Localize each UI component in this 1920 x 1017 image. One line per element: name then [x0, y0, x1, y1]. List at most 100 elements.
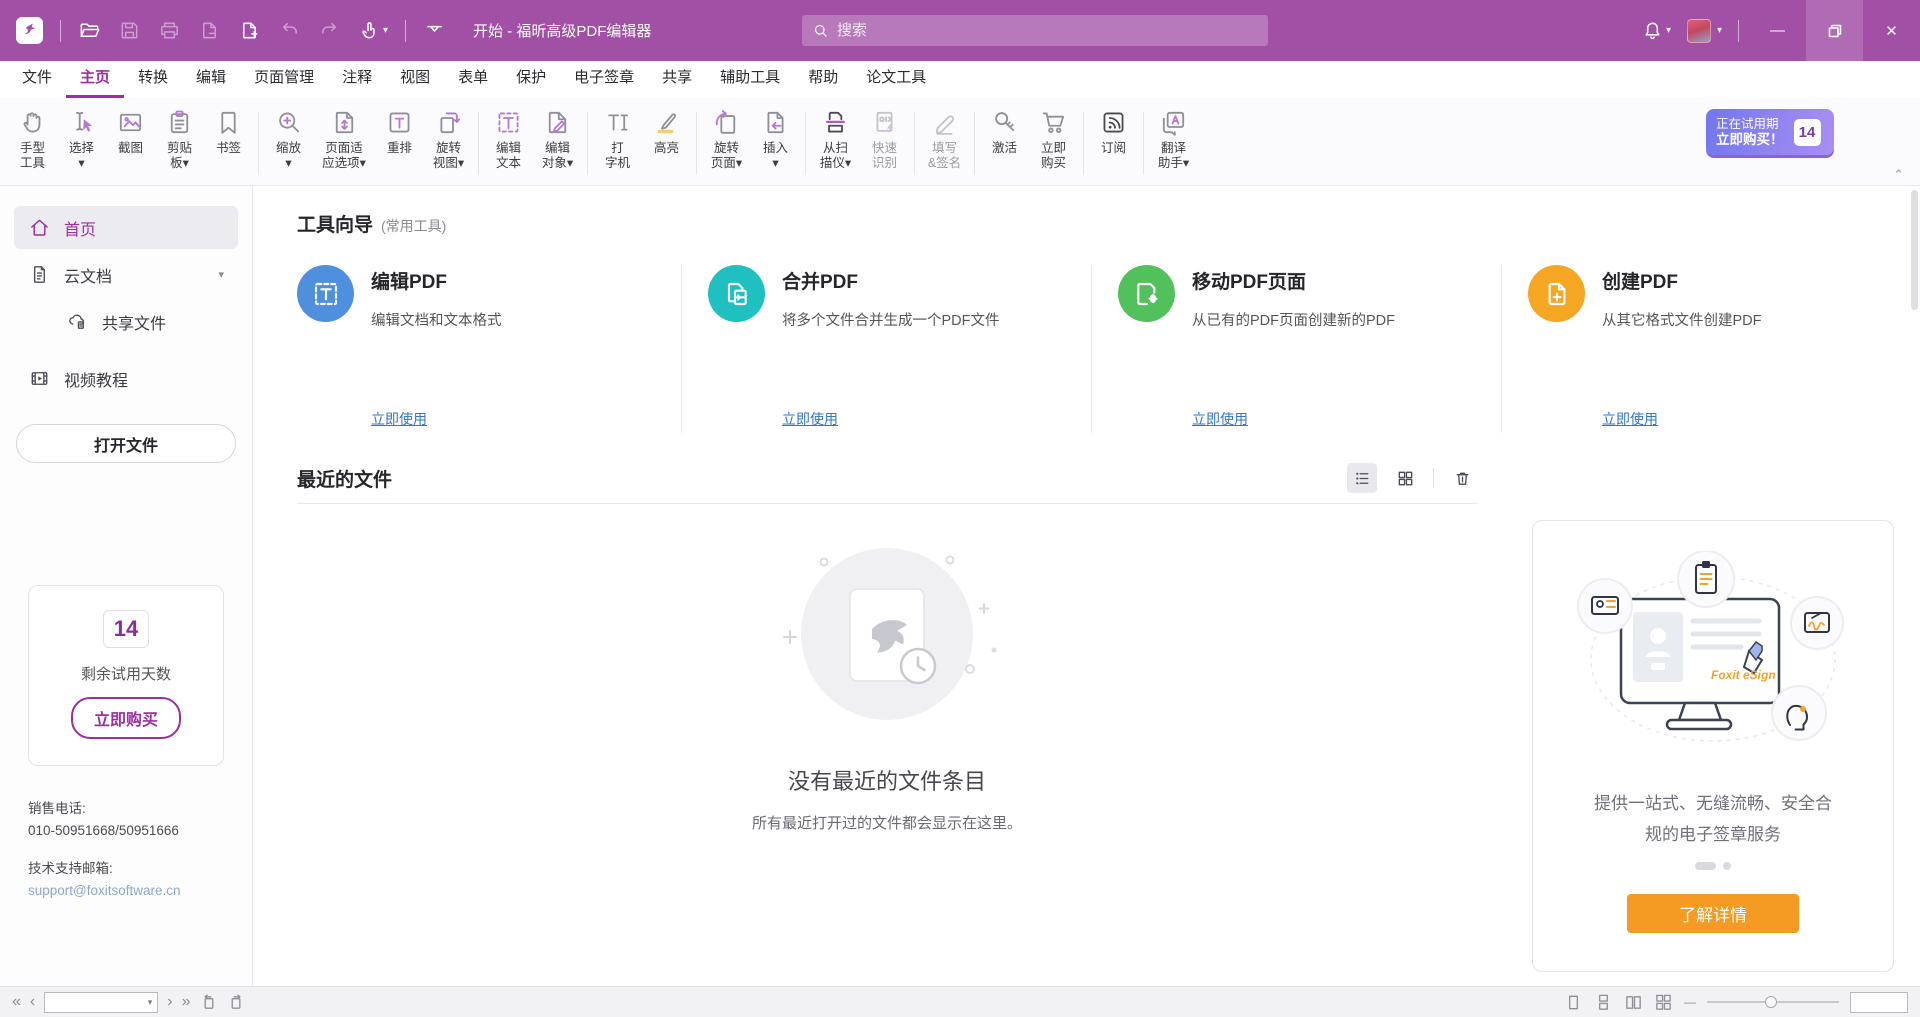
menu-page-management[interactable]: 页面管理: [240, 66, 328, 98]
hand-tool-quick-button[interactable]: ▾: [358, 19, 388, 42]
ribbon-button-buy-now[interactable]: 立即 购买: [1029, 102, 1078, 185]
ribbon-button-clipboard[interactable]: 剪贴 板▾: [155, 102, 204, 185]
use-now-link[interactable]: 立即使用: [1192, 409, 1248, 429]
ribbon-button-edit-object[interactable]: 编辑 对象▾: [533, 102, 582, 185]
ribbon-button-rotate-pages[interactable]: 旋转 页面▾: [702, 102, 751, 185]
restore-button[interactable]: [1806, 0, 1863, 61]
menu-esign[interactable]: 电子签章: [560, 66, 648, 98]
minimize-button[interactable]: —: [1749, 0, 1806, 61]
delete-pages-button[interactable]: [198, 19, 221, 42]
cloud-docs-caret[interactable]: ▾: [218, 268, 224, 281]
undo-button[interactable]: [278, 19, 301, 42]
next-page-button[interactable]: ›: [167, 994, 172, 1010]
ribbon-button-hand-tool[interactable]: 手型 工具: [8, 102, 57, 185]
ribbon-button-rotate-view[interactable]: 旋转 视图▾: [424, 102, 473, 185]
rotate-right-button[interactable]: [227, 993, 246, 1012]
zoom-slider[interactable]: [1707, 995, 1839, 1009]
hand-tool-dropdown-caret[interactable]: ▾: [383, 25, 388, 36]
sidebar-item-cloud-docs[interactable]: 云文档 ▾: [14, 253, 238, 296]
buy-now-button[interactable]: 立即购买: [71, 697, 181, 739]
menu-help[interactable]: 帮助: [794, 66, 852, 98]
search-box[interactable]: [802, 15, 1268, 46]
ribbon-button-translate-assistant[interactable]: 翻译 助手▾: [1149, 102, 1198, 185]
carousel-dot-active[interactable]: [1695, 862, 1716, 870]
tool-card-edit-pdf[interactable]: 编辑PDF 编辑文档和文本格式 立即使用: [297, 265, 681, 433]
account-caret[interactable]: ▾: [1717, 25, 1722, 36]
single-page-view-button[interactable]: [1564, 993, 1583, 1012]
ribbon-divider: [1143, 112, 1144, 175]
menu-edit[interactable]: 编辑: [182, 66, 240, 98]
page-number-input[interactable]: [50, 995, 147, 1009]
grid-view-button[interactable]: [1390, 463, 1420, 493]
zoom-out-button[interactable]: —: [1684, 996, 1696, 1008]
clear-recent-button[interactable]: [1447, 463, 1477, 493]
menu-accessibility[interactable]: 辅助工具: [706, 66, 794, 98]
rotate-left-button[interactable]: [199, 993, 218, 1012]
vertical-scrollbar[interactable]: [1911, 190, 1918, 982]
menu-form[interactable]: 表单: [444, 66, 502, 98]
ribbon-button-zoom[interactable]: 缩放 ▾: [264, 102, 313, 185]
carousel-dot[interactable]: [1723, 862, 1731, 870]
open-file-sidebar-button[interactable]: 打开文件: [16, 424, 236, 463]
notifications-button[interactable]: ▾: [1641, 19, 1671, 42]
ribbon-button-typewriter[interactable]: 打 字机: [593, 102, 642, 185]
collapse-ribbon-icon[interactable]: ⌃: [1893, 167, 1904, 183]
sidebar-item-shared-files[interactable]: 共享文件: [52, 300, 238, 343]
list-view-button[interactable]: [1347, 463, 1377, 493]
ribbon-button-reflow[interactable]: 重排: [375, 102, 424, 185]
statusbar-right: —: [1564, 992, 1908, 1013]
ribbon-button-from-scanner[interactable]: 从扫 描仪▾: [811, 102, 860, 185]
facing-continuous-view-button[interactable]: [1654, 993, 1673, 1012]
ribbon-button-fit-page[interactable]: 页面适 应选项▾: [313, 102, 375, 185]
facing-view-button[interactable]: [1624, 993, 1643, 1012]
menu-convert[interactable]: 转换: [124, 66, 182, 98]
ribbon-button-subscribe[interactable]: 订阅: [1089, 102, 1138, 185]
ribbon-button-snapshot[interactable]: 截图: [106, 102, 155, 185]
ribbon-button-quick-ocr[interactable]: 快速 识别: [860, 102, 909, 185]
open-file-button[interactable]: [78, 19, 101, 42]
zoom-slider-handle[interactable]: [1765, 996, 1777, 1008]
redo-button[interactable]: [318, 19, 341, 42]
search-input[interactable]: [837, 22, 1258, 39]
trial-buy-badge[interactable]: 正在试用期 立即购买！ 14: [1706, 109, 1834, 155]
sidebar-item-home[interactable]: 首页: [14, 206, 238, 249]
close-button[interactable]: ✕: [1863, 0, 1920, 61]
toolbar-options-button[interactable]: [423, 19, 446, 42]
tool-card-move-pdf-pages[interactable]: 移动PDF页面 从已有的PDF页面创建新的PDF 立即使用: [1091, 265, 1501, 433]
scrollbar-thumb[interactable]: [1911, 190, 1918, 310]
menu-paper-tools[interactable]: 论文工具: [852, 66, 940, 98]
tool-card-create-pdf[interactable]: 创建PDF 从其它格式文件创建PDF 立即使用: [1501, 265, 1911, 433]
notifications-caret[interactable]: ▾: [1666, 25, 1671, 36]
ribbon-button-fill-sign[interactable]: 填写 &签名: [920, 102, 969, 185]
menu-share[interactable]: 共享: [648, 66, 706, 98]
use-now-link[interactable]: 立即使用: [371, 409, 427, 429]
previous-page-button[interactable]: ‹: [30, 994, 35, 1010]
page-number-box[interactable]: ▾: [44, 992, 158, 1013]
ribbon-button-edit-text[interactable]: 编辑 文本: [484, 102, 533, 185]
tool-card-merge-pdf[interactable]: 合并PDF 将多个文件合并生成一个PDF文件 立即使用: [681, 265, 1091, 433]
support-email-link[interactable]: support@foxitsoftware.cn: [28, 880, 252, 902]
ribbon-button-insert[interactable]: 插入 ▾: [751, 102, 800, 185]
insert-pages-button[interactable]: [238, 19, 261, 42]
last-page-button[interactable]: »: [182, 994, 191, 1010]
ribbon-button-highlight[interactable]: 高亮: [642, 102, 691, 185]
menu-comment[interactable]: 注释: [328, 66, 386, 98]
use-now-link[interactable]: 立即使用: [782, 409, 838, 429]
menu-view[interactable]: 视图: [386, 66, 444, 98]
ribbon-button-bookmark[interactable]: 书签: [204, 102, 253, 185]
menu-home[interactable]: 主页: [66, 66, 124, 98]
ribbon-button-activate[interactable]: 激活: [980, 102, 1029, 185]
learn-more-button[interactable]: 了解详情: [1627, 894, 1799, 933]
menu-file[interactable]: 文件: [8, 66, 66, 98]
save-button[interactable]: [118, 19, 141, 42]
first-page-button[interactable]: «: [12, 994, 21, 1010]
use-now-link[interactable]: 立即使用: [1602, 409, 1658, 429]
sidebar-item-video-tutorials[interactable]: 视频教程: [14, 357, 238, 400]
menu-protect[interactable]: 保护: [502, 66, 560, 98]
ribbon-button-select[interactable]: 选择 ▾: [57, 102, 106, 185]
continuous-view-button[interactable]: [1594, 993, 1613, 1012]
user-avatar[interactable]: [1687, 19, 1711, 43]
page-number-caret[interactable]: ▾: [148, 997, 153, 1008]
print-button[interactable]: [158, 19, 181, 42]
zoom-value-box[interactable]: [1850, 992, 1908, 1013]
